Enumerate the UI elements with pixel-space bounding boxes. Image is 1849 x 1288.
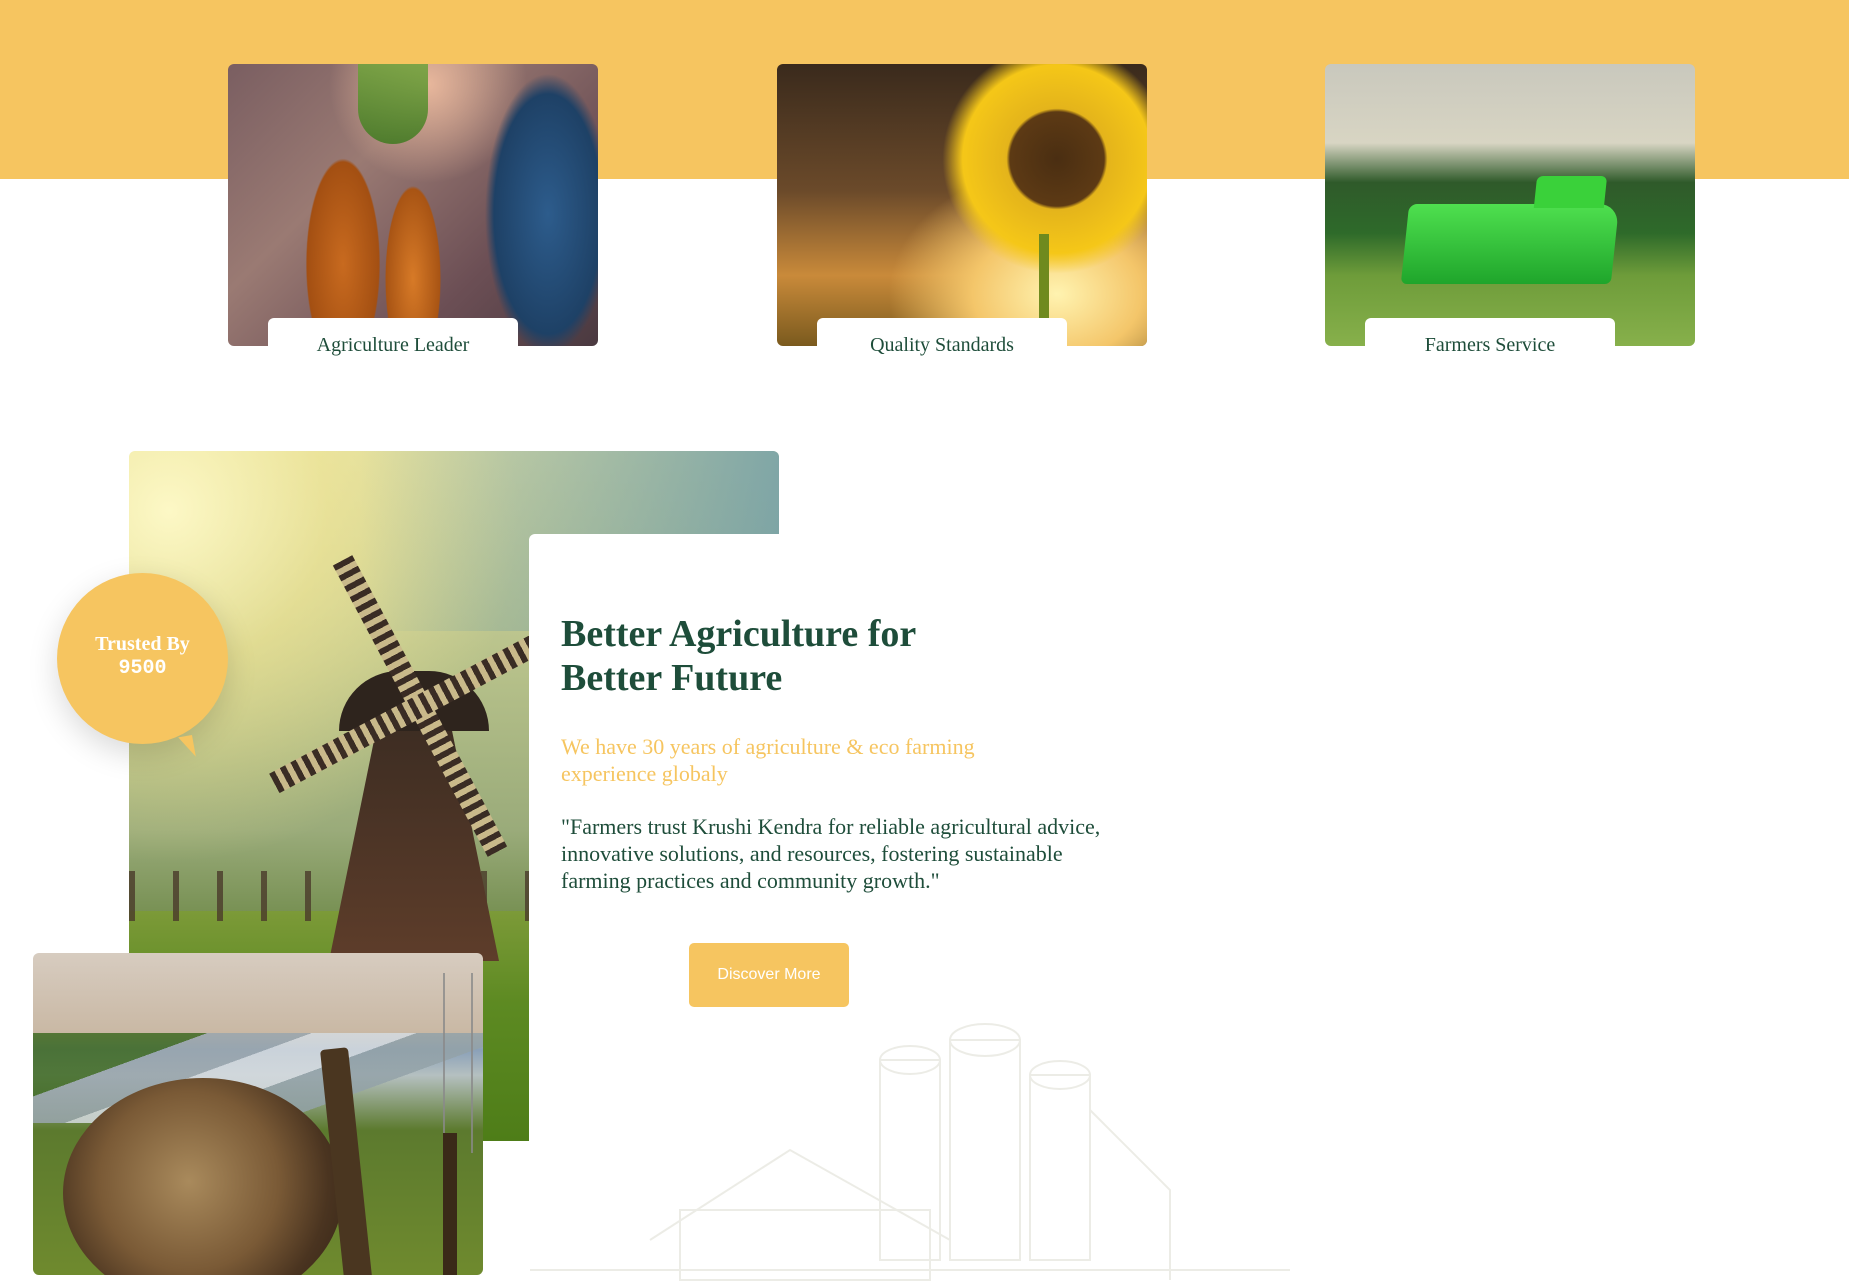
farm-sketch-illustration	[530, 1023, 1290, 1281]
about-quote: "Farmers trust Krushi Kendra for reliabl…	[561, 814, 1101, 893]
discover-more-button[interactable]: Discover More	[689, 943, 849, 1007]
feature-card-quality-standards[interactable]	[777, 64, 1147, 346]
combine-harvester	[1400, 204, 1620, 284]
power-pylon	[443, 973, 473, 1153]
feature-label-farmers-service[interactable]: Farmers Service	[1365, 318, 1615, 366]
trust-badge-title: Trusted By	[95, 633, 190, 655]
feature-card-agriculture-leader[interactable]	[228, 64, 598, 346]
feature-card-farmers-service[interactable]	[1325, 64, 1695, 346]
trust-badge: Trusted By 9500	[57, 573, 228, 744]
carrot-leaves	[358, 64, 428, 144]
about-headline-line2: Better Future	[561, 657, 783, 699]
about-headline: Better Agriculture for Better Future	[561, 612, 981, 700]
trust-badge-count: 9500	[118, 657, 167, 680]
hay-bale-photo	[33, 953, 483, 1275]
about-subline: We have 30 years of agriculture & eco fa…	[561, 734, 975, 786]
feature-label-agriculture-leader[interactable]: Agriculture Leader	[268, 318, 518, 366]
fence-post	[443, 1133, 457, 1275]
feature-label-quality-standards[interactable]: Quality Standards	[817, 318, 1067, 366]
about-headline-line1: Better Agriculture for	[561, 613, 917, 655]
sunflower-photo	[777, 64, 1147, 346]
